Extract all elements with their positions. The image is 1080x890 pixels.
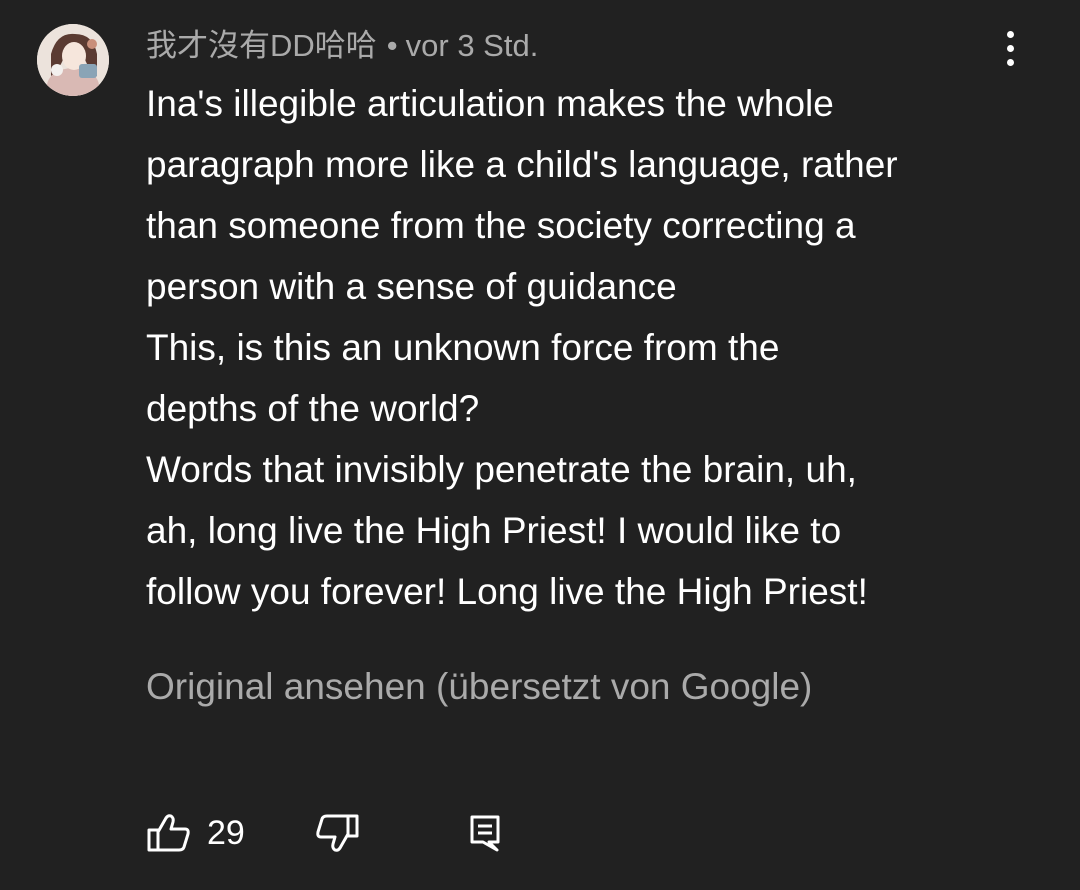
more-options-button[interactable] bbox=[990, 26, 1030, 70]
reply-button[interactable] bbox=[469, 808, 503, 858]
comment-text: Ina's illegible articulation makes the w… bbox=[146, 73, 1026, 622]
avatar-image bbox=[37, 24, 109, 96]
like-button[interactable]: 29 bbox=[146, 808, 245, 858]
thumb-up-icon bbox=[147, 814, 190, 852]
comment-line: paragraph more like a child's language, … bbox=[146, 144, 898, 185]
comment-line: This, is this an unknown force from the bbox=[146, 327, 780, 368]
view-original-link[interactable]: Original ansehen (übersetzt von Google) bbox=[146, 662, 812, 712]
comment-line: person with a sense of guidance bbox=[146, 266, 677, 307]
comment-line: follow you forever! Long live the High P… bbox=[146, 571, 868, 612]
comment-line: depths of the world? bbox=[146, 388, 480, 429]
comment-line: Words that invisibly penetrate the brain… bbox=[146, 449, 857, 490]
separator-dot: • bbox=[386, 28, 398, 63]
reply-comment-icon bbox=[470, 815, 500, 852]
comment-actions: 29 bbox=[146, 808, 566, 858]
like-count: 29 bbox=[207, 814, 245, 852]
timestamp: vor 3 Std. bbox=[405, 28, 539, 63]
dislike-button[interactable] bbox=[314, 808, 360, 858]
comment-line: ah, long live the High Priest! I would l… bbox=[146, 510, 842, 551]
comment-line: than someone from the society correcting… bbox=[146, 205, 856, 246]
author-name[interactable]: 我才沒有DD哈哈 bbox=[146, 28, 377, 63]
comment-line: Ina's illegible articulation makes the w… bbox=[146, 83, 834, 124]
thumb-down-icon bbox=[316, 814, 359, 852]
more-vertical-icon bbox=[1006, 58, 1014, 66]
avatar[interactable] bbox=[37, 24, 109, 96]
more-vertical-icon bbox=[1006, 30, 1014, 38]
more-vertical-icon bbox=[1006, 44, 1014, 52]
comment-header: 我才沒有DD哈哈 • vor 3 Std. bbox=[146, 26, 538, 66]
